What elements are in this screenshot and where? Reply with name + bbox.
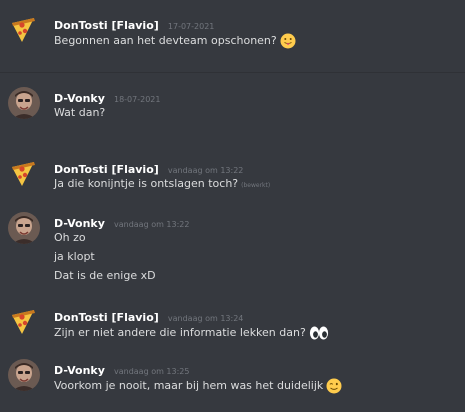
pizza-icon[interactable] — [8, 306, 40, 338]
message-text: Begonnen aan het devteam opschonen? — [54, 34, 277, 47]
pizza-icon[interactable] — [8, 158, 40, 190]
message-line: Begonnen aan het devteam opschonen? — [54, 33, 296, 49]
wink-face-emoji — [326, 378, 342, 394]
timestamp: vandaag om 13:22 — [113, 220, 190, 229]
message-text: ja klopt — [54, 250, 95, 263]
eyes-emoji — [309, 325, 329, 341]
message-header: DonTosti [Flavio] vandaag om 13:22 — [54, 158, 243, 177]
message-text: Zijn er niet andere die informatie lekke… — [54, 326, 306, 339]
message-text: Wat dan? — [54, 106, 106, 119]
message-text: Dat is de enige xD — [54, 269, 156, 282]
timestamp: 18-07-2021 — [113, 95, 161, 104]
timestamp: vandaag om 13:24 — [167, 314, 244, 323]
message-line: Wat dan? — [54, 106, 105, 119]
message-header: DonTosti [Flavio] vandaag om 13:24 — [54, 306, 243, 325]
message-line: ja klopt — [54, 250, 95, 263]
message-line: Oh zo — [54, 231, 86, 244]
message-header: D-Vonky 18-07-2021 — [54, 87, 160, 106]
username[interactable]: DonTosti [Flavio] — [54, 19, 159, 32]
message-text: Ja die konijntje is ontslagen toch? — [54, 177, 239, 190]
pizza-icon[interactable] — [8, 14, 40, 46]
username[interactable]: DonTosti [Flavio] — [54, 163, 159, 176]
message-header: DonTosti [Flavio] 17-07-2021 — [54, 14, 214, 33]
message-header: D-Vonky vandaag om 13:25 — [54, 359, 189, 378]
tongue-face-emoji — [280, 33, 296, 49]
message-header: D-Vonky vandaag om 13:22 — [54, 212, 189, 231]
message-line: Dat is de enige xD — [54, 269, 156, 282]
username[interactable]: D-Vonky — [54, 217, 105, 230]
message-line: Zijn er niet andere die informatie lekke… — [54, 325, 329, 341]
timestamp: vandaag om 13:22 — [167, 166, 244, 175]
message-line: Ja die konijntje is ontslagen toch? (bewe… — [54, 177, 270, 190]
message-text: Voorkom je nooit, maar bij hem was het d… — [54, 379, 324, 392]
message-line: Voorkom je nooit, maar bij hem was het d… — [54, 378, 342, 394]
portrait-avatar[interactable] — [8, 359, 40, 391]
timestamp: vandaag om 13:25 — [113, 367, 190, 376]
portrait-avatar[interactable] — [8, 212, 40, 244]
username[interactable]: D-Vonky — [54, 364, 105, 377]
username[interactable]: D-Vonky — [54, 92, 105, 105]
message-text: Oh zo — [54, 231, 86, 244]
timestamp: 17-07-2021 — [167, 22, 215, 31]
portrait-avatar[interactable] — [8, 87, 40, 119]
separator-line — [0, 72, 465, 73]
username[interactable]: DonTosti [Flavio] — [54, 311, 159, 324]
edited-label: (bewerkt) — [241, 182, 271, 189]
